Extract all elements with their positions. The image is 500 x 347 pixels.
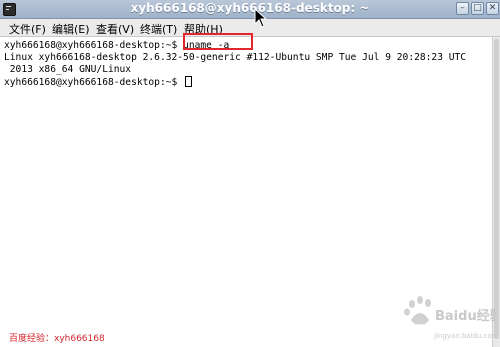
menu-file[interactable]: 文件(F) [9,21,46,37]
menu-view[interactable]: 查看(V) [96,21,134,37]
minimize-button[interactable]: – [456,2,469,15]
terminal-line: Linux xyh666168-desktop 2.6.32-50-generi… [4,52,467,63]
text-cursor [185,76,193,87]
baidu-logo-url: jingyan.baidu.com [433,332,496,340]
baidu-logo-icon: Baidu经验 jingyan.baidu.com [404,296,496,340]
command-highlight-box [183,33,253,50]
maximize-button[interactable]: □ [471,2,484,15]
shell-prompt: xyh666168@xyh666168-desktop:~$ [4,77,184,88]
title-bar[interactable]: xyh666168@xyh666168-desktop: ~ – □ ✕ [0,0,500,19]
watermark-caption: 百度经验：xyh666168 [9,334,105,344]
menu-terminal[interactable]: 终端(T) [140,21,177,37]
terminal-line: xyh666168@xyh666168-desktop:~$ [4,76,193,89]
terminal-window: xyh666168@xyh666168-desktop: ~ – □ ✕ 文件(… [0,0,500,347]
terminal-line: 2013 x86_64 GNU/Linux [4,64,132,75]
shell-prompt: xyh666168@xyh666168-desktop:~$ [4,40,184,51]
window-title: xyh666168@xyh666168-desktop: ~ [130,1,370,15]
close-button[interactable]: ✕ [486,2,499,15]
baidu-logo-text: Baidu经验 [435,308,496,324]
menu-edit[interactable]: 编辑(E) [52,21,90,37]
mouse-pointer-icon [254,8,268,28]
